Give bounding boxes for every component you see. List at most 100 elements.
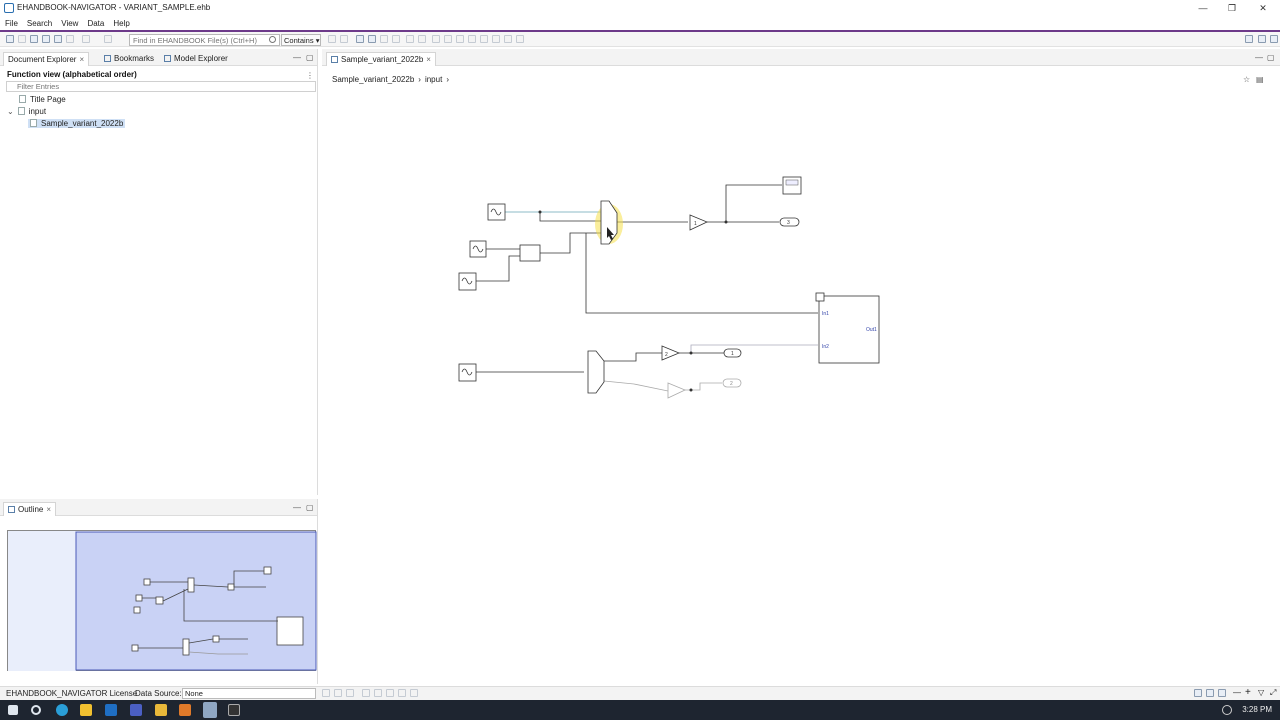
copy-icon[interactable] bbox=[66, 35, 74, 43]
breadcrumb-item-input[interactable]: input bbox=[425, 75, 442, 84]
nav-down-icon[interactable] bbox=[340, 35, 348, 43]
tool-icon-12[interactable] bbox=[492, 35, 500, 43]
fit-icon[interactable]: ⤢ bbox=[1270, 688, 1276, 698]
help-icon[interactable] bbox=[1258, 35, 1266, 43]
tree-item-sample-variant[interactable]: Sample_variant_2022b bbox=[28, 119, 126, 130]
datasource-select[interactable]: None bbox=[182, 688, 316, 699]
gain-block-inactive[interactable] bbox=[667, 382, 686, 399]
status-tool-icon-1[interactable] bbox=[322, 689, 330, 697]
tool-icon-14[interactable] bbox=[516, 35, 524, 43]
pen-icon[interactable] bbox=[1222, 705, 1232, 715]
settings-icon[interactable] bbox=[1270, 35, 1278, 43]
save-icon[interactable] bbox=[18, 35, 26, 43]
simulink-diagram[interactable]: 1 3 In1 In2 Out1 2 1 2 bbox=[322, 89, 1280, 684]
back-icon[interactable] bbox=[82, 35, 90, 43]
teams-icon[interactable] bbox=[130, 704, 142, 716]
variant-source-bottom[interactable] bbox=[587, 350, 605, 394]
sine-wave-source-3[interactable] bbox=[458, 272, 477, 291]
zoom-in-icon[interactable]: + bbox=[1245, 687, 1251, 698]
mux-block[interactable] bbox=[519, 244, 541, 262]
edge-icon[interactable] bbox=[56, 704, 68, 716]
perspective-icon[interactable] bbox=[1245, 35, 1253, 43]
status-tool-icon-5[interactable] bbox=[374, 689, 382, 697]
maximize-panel-icon[interactable]: ▢ bbox=[306, 503, 314, 512]
outlook-icon[interactable] bbox=[105, 704, 117, 716]
terminal-icon[interactable] bbox=[228, 704, 240, 716]
menu-view[interactable]: View bbox=[56, 16, 82, 28]
export-icon[interactable] bbox=[54, 35, 62, 43]
chevron-down-icon[interactable]: ⌄ bbox=[7, 107, 14, 116]
tool-icon-7[interactable] bbox=[432, 35, 440, 43]
tool-icon-4[interactable] bbox=[392, 35, 400, 43]
tool-icon-5[interactable] bbox=[406, 35, 414, 43]
tab-document-explorer[interactable]: Document Explorer × bbox=[3, 52, 90, 66]
tree-item-input[interactable]: ⌄ input bbox=[7, 107, 46, 118]
document-icon[interactable]: ▤ bbox=[1256, 75, 1264, 84]
explorer-icon[interactable] bbox=[80, 704, 92, 716]
open-icon[interactable] bbox=[6, 35, 14, 43]
tool-icon-10[interactable] bbox=[468, 35, 476, 43]
tree-item-title-page[interactable]: Title Page bbox=[19, 95, 66, 106]
search-icon[interactable] bbox=[269, 36, 276, 43]
matlab-icon[interactable] bbox=[179, 704, 191, 716]
nav-up-icon[interactable] bbox=[328, 35, 336, 43]
gain-block-top[interactable]: 1 bbox=[689, 214, 708, 231]
tool-icon-13[interactable] bbox=[504, 35, 512, 43]
tool-icon-9[interactable] bbox=[456, 35, 464, 43]
maximize-panel-icon[interactable]: ▢ bbox=[1267, 53, 1275, 62]
variant-source-top[interactable] bbox=[595, 200, 623, 245]
layout-icon-1[interactable] bbox=[1194, 689, 1202, 697]
layout-icon-2[interactable] bbox=[1206, 689, 1214, 697]
tool-icon-2[interactable] bbox=[368, 35, 376, 43]
outport-3[interactable]: 3 bbox=[779, 217, 800, 227]
status-tool-icon-3[interactable] bbox=[346, 689, 354, 697]
minimize-panel-icon[interactable]: — bbox=[293, 503, 301, 512]
play-icon[interactable] bbox=[398, 689, 406, 697]
new-icon[interactable] bbox=[30, 35, 38, 43]
filter-icon[interactable]: ▽ bbox=[1258, 688, 1264, 697]
star-icon[interactable]: ☆ bbox=[1243, 75, 1250, 84]
close-icon[interactable]: × bbox=[46, 505, 51, 514]
gain-block-mid[interactable]: 2 bbox=[661, 345, 681, 361]
sine-wave-source-1[interactable] bbox=[487, 203, 506, 221]
tool-icon-11[interactable] bbox=[480, 35, 488, 43]
minimize-icon[interactable]: — bbox=[1196, 2, 1210, 14]
menu-help[interactable]: Help bbox=[108, 16, 133, 28]
stop-icon[interactable] bbox=[410, 689, 418, 697]
tool-icon-6[interactable] bbox=[418, 35, 426, 43]
status-tool-icon-6[interactable] bbox=[386, 689, 394, 697]
forward-icon[interactable] bbox=[104, 35, 112, 43]
close-icon[interactable]: ✕ bbox=[1256, 2, 1270, 14]
tool-icon-3[interactable] bbox=[380, 35, 388, 43]
search-input[interactable] bbox=[129, 34, 280, 46]
view-menu-icon[interactable]: ⋮ bbox=[306, 71, 314, 80]
scope-block[interactable] bbox=[782, 176, 802, 195]
close-icon[interactable]: × bbox=[79, 55, 84, 64]
folder-icon[interactable] bbox=[155, 704, 167, 716]
breadcrumb-item-model[interactable]: Sample_variant_2022b bbox=[332, 75, 414, 84]
zoom-out-icon[interactable]: — bbox=[1233, 688, 1241, 697]
outport-1[interactable]: 1 bbox=[723, 348, 742, 358]
tool-icon-8[interactable] bbox=[444, 35, 452, 43]
menu-data[interactable]: Data bbox=[82, 16, 108, 28]
sine-wave-source-2[interactable] bbox=[469, 240, 487, 258]
maximize-panel-icon[interactable]: ▢ bbox=[306, 53, 314, 62]
search-mode-dropdown[interactable]: Contains ▾ bbox=[281, 34, 321, 46]
tab-sample-variant[interactable]: Sample_variant_2022b × bbox=[326, 52, 436, 66]
status-tool-icon-4[interactable] bbox=[362, 689, 370, 697]
sine-wave-source-4[interactable] bbox=[458, 363, 477, 382]
tab-model-explorer[interactable]: Model Explorer bbox=[160, 52, 232, 66]
print-icon[interactable] bbox=[42, 35, 50, 43]
outline-canvas[interactable] bbox=[7, 530, 317, 671]
search-icon[interactable] bbox=[31, 705, 41, 715]
start-icon[interactable] bbox=[8, 705, 18, 715]
menu-file[interactable]: File bbox=[0, 16, 22, 28]
outport-2[interactable]: 2 bbox=[722, 378, 742, 388]
tab-outline[interactable]: Outline × bbox=[3, 502, 57, 516]
subsystem-block[interactable]: In1 In2 Out1 bbox=[815, 292, 880, 364]
layout-icon-3[interactable] bbox=[1218, 689, 1226, 697]
tool-icon-1[interactable] bbox=[356, 35, 364, 43]
ehandbook-taskbar-icon[interactable] bbox=[203, 702, 217, 718]
close-icon[interactable]: × bbox=[426, 55, 431, 64]
filter-input[interactable] bbox=[6, 81, 316, 92]
